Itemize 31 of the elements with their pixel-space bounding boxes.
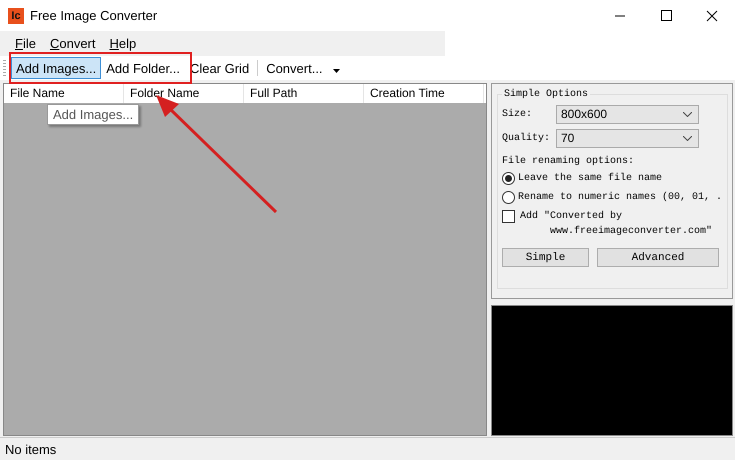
- field-label: Quality:: [502, 132, 552, 144]
- section-label: File renaming options:: [502, 156, 636, 167]
- column-header[interactable]: File Name: [4, 84, 124, 103]
- toolbar-button[interactable]: Add Images...: [11, 57, 102, 79]
- window-title: Free Image Converter: [30, 8, 158, 23]
- chevron-icon: [683, 136, 692, 140]
- checkbox-label: www.freeimageconverter.com": [549, 226, 714, 239]
- column-header[interactable]: Full Path: [244, 84, 364, 103]
- size-dropdown[interactable]: 800x600: [556, 104, 699, 124]
- menu-item[interactable]: File: [8, 36, 43, 51]
- radio-button[interactable]: [502, 191, 515, 204]
- menu-item[interactable]: Convert: [42, 36, 102, 51]
- menu-item[interactable]: Help: [102, 36, 144, 51]
- checkbox[interactable]: [502, 210, 515, 223]
- status-text: No items: [5, 442, 56, 456]
- tooltip: Add Images...: [47, 104, 140, 125]
- field-label: Size:: [502, 108, 534, 120]
- app-icon: Ic: [8, 8, 24, 24]
- radio-button[interactable]: [502, 172, 515, 185]
- toolbar-button[interactable]: Add Folder...: [101, 57, 185, 79]
- quality-dropdown[interactable]: 70: [556, 128, 699, 148]
- radio-label[interactable]: Rename to numeric names (00, 01, .: [518, 192, 722, 203]
- checkbox-label[interactable]: Add "Converted by: [520, 211, 622, 222]
- convert-dropdown[interactable]: Convert...: [261, 57, 345, 79]
- chevron-icon: [683, 112, 692, 116]
- mode-button[interactable]: Simple: [502, 248, 589, 267]
- column-header[interactable]: Creation Time: [364, 84, 484, 103]
- radio-label[interactable]: Leave the same file name: [518, 173, 662, 184]
- mode-button[interactable]: Advanced: [597, 248, 719, 267]
- caret-icon: [332, 68, 340, 72]
- group-title: Simple Options: [503, 89, 590, 100]
